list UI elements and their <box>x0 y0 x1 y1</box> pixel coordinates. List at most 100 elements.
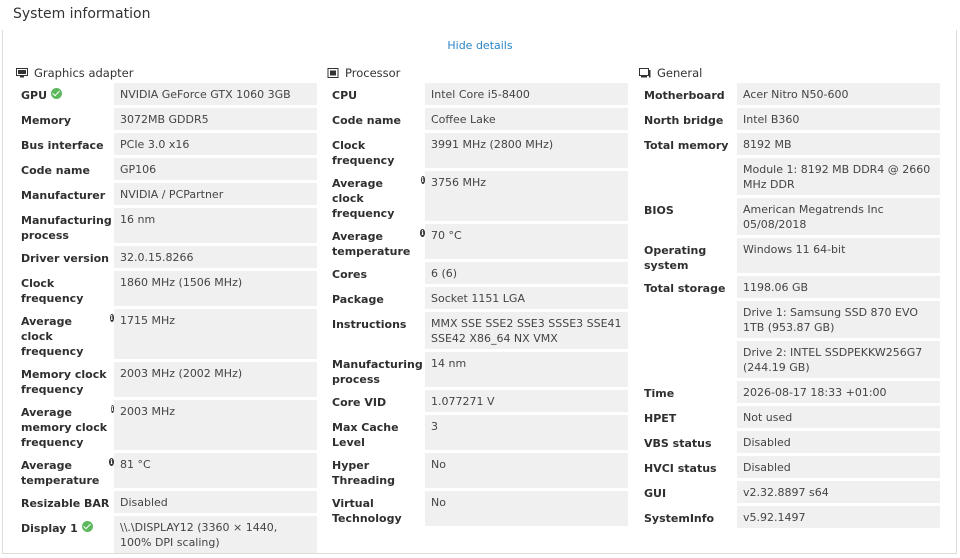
processor-label-text: Hyper Threading <box>332 459 395 487</box>
graphics-row-gpu: GPU NVIDIA GeForce GTX 1060 3GB <box>16 83 317 105</box>
general-label-text: Total memory <box>644 139 729 152</box>
processor-value: Coffee Lake <box>425 108 628 130</box>
general-label-text: Motherboard <box>644 89 725 102</box>
graphics-value: Disabled <box>114 491 317 513</box>
check-circle-icon <box>81 521 93 532</box>
general-row-hvci-status: HVCI status Disabled <box>639 456 940 478</box>
general-value: Module 1: 8192 MB DDR4 @ 2660 MHz DDR <box>737 158 940 195</box>
general-value: 2026-08-17 18:33 +01:00 <box>737 381 940 403</box>
processor-label: CPU <box>327 83 425 105</box>
general-label: SystemInfo <box>639 506 737 528</box>
graphics-row-display-1: Display 1 \\.\DISPLAY12 (3360 × 1440, 100… <box>16 516 317 553</box>
graphics-label-text: Driver version <box>21 252 109 265</box>
general-row-extra-7: Drive 1: Samsung SSD 870 EVO 1TB (953.87… <box>639 301 940 338</box>
processor-value: No <box>425 453 628 488</box>
graphics-value: 32.0.15.8266 <box>114 246 317 268</box>
processor-value: 3 <box>425 415 628 450</box>
general-label: Total storage <box>639 276 737 298</box>
processor-value: Socket 1151 LGA <box>425 287 628 309</box>
graphics-label: Resizable BAR <box>16 491 114 513</box>
general-row-motherboard: Motherboard Acer Nitro N50-600 <box>639 83 940 105</box>
general-label: GUI <box>639 481 737 503</box>
general-label: North bridge <box>639 108 737 130</box>
general-label: VBS status <box>639 431 737 453</box>
graphics-label: Display 1 <box>16 516 114 553</box>
processor-rows: CPU Intel Core i5-8400 Code name Coffee Lak… <box>327 83 628 526</box>
general-row-systeminfo: SystemInfo v5.92.1497 <box>639 506 940 528</box>
graphics-label-text: Resizable BAR <box>21 497 110 510</box>
processor-value: 3991 MHz (2800 MHz) <box>425 133 628 168</box>
general-value: v2.32.8897 s64 <box>737 481 940 503</box>
graphics-value: 3072MB GDDR5 <box>114 108 317 130</box>
processor-label-text: Manufacturing process <box>332 358 423 386</box>
cpu-icon <box>327 67 339 78</box>
general-value: American Megatrends Inc 05/08/2018 <box>737 198 940 235</box>
processor-label: Average clock frequency i <box>327 171 425 221</box>
processor-heading: Processor <box>327 64 628 81</box>
page-title: System information <box>13 6 151 22</box>
graphics-row-memory: Memory 3072MB GDDR5 <box>16 108 317 130</box>
general-label: Total memory <box>639 133 737 155</box>
general-value: Intel B360 <box>737 108 940 130</box>
graphics-label-text: Manufacturing process <box>21 214 112 242</box>
graphics-label-text: Memory clock frequency <box>21 368 107 396</box>
graphics-value: 1860 MHz (1506 MHz) <box>114 271 317 306</box>
processor-row-code-name: Code name Coffee Lake <box>327 108 628 130</box>
processor-row-cpu: CPU Intel Core i5-8400 <box>327 83 628 105</box>
graphics-value: \\.\DISPLAY12 (3360 × 1440, 100% DPI sca… <box>114 516 317 553</box>
processor-row-package: Package Socket 1151 LGA <box>327 287 628 309</box>
general-label-text: Operating system <box>644 244 707 272</box>
processor-label: Max Cache Level <box>327 415 425 450</box>
processor-label: Instructions <box>327 312 425 349</box>
processor-row-instructions: Instructions MMX SSE SSE2 SSE3 SSSE3 SSE4… <box>327 312 628 349</box>
graphics-row-bus-interface: Bus interface PCIe 3.0 x16 <box>16 133 317 155</box>
monitor-icon <box>16 67 28 77</box>
general-label: HVCI status <box>639 456 737 478</box>
graphics-row-resizable-bar: Resizable BAR Disabled <box>16 491 317 513</box>
processor-label: Hyper Threading <box>327 453 425 488</box>
graphics-label: Manufacturer <box>16 183 114 205</box>
processor-label-text: Core VID <box>332 396 387 409</box>
general-label-text: BIOS <box>644 204 674 217</box>
graphics-label: Average temperature i <box>16 453 114 488</box>
check-circle-icon <box>51 88 63 99</box>
graphics-row-driver-version: Driver version 32.0.15.8266 <box>16 246 317 268</box>
processor-label-text: CPU <box>332 89 358 102</box>
general-title: General <box>657 65 703 80</box>
general-label-text: VBS status <box>644 437 712 450</box>
graphics-label: Average memory clock frequency i <box>16 400 114 450</box>
graphics-adapter-heading: Graphics adapter <box>16 64 317 81</box>
processor-row-manufacturing-process: Manufacturing process 14 nm <box>327 352 628 387</box>
general-label <box>639 158 737 195</box>
graphics-label: Manufacturing process <box>16 208 114 243</box>
general-label: HPET <box>639 406 737 428</box>
general-value: Windows 11 64-bit <box>737 238 940 273</box>
graphics-value: NVIDIA / PCPartner <box>114 183 317 205</box>
general-value: Disabled <box>737 431 940 453</box>
graphics-label-text: Display 1 <box>21 522 78 535</box>
graphics-value: 2003 MHz (2002 MHz) <box>114 362 317 397</box>
general-label: Operating system <box>639 238 737 273</box>
graphics-label: Clock frequency <box>16 271 114 306</box>
graphics-label: Memory <box>16 108 114 130</box>
graphics-label-text: Code name <box>21 164 90 177</box>
graphics-value: 2003 MHz <box>114 400 317 450</box>
processor-value: Intel Core i5-8400 <box>425 83 628 105</box>
processor-label: Package <box>327 287 425 309</box>
general-label-text: HVCI status <box>644 462 717 475</box>
processor-label-text: Average temperature <box>332 230 411 258</box>
graphics-label: Memory clock frequency <box>16 362 114 397</box>
processor-row-average-clock-frequency: Average clock frequency i 3756 MHz <box>327 171 628 221</box>
general-value: 1198.06 GB <box>737 276 940 298</box>
general-value: v5.92.1497 <box>737 506 940 528</box>
general-row-extra-3: Module 1: 8192 MB DDR4 @ 2660 MHz DDR <box>639 158 940 195</box>
general-row-bios: BIOS American Megatrends Inc 05/08/2018 <box>639 198 940 235</box>
processor-section: Processor CPU Intel Core i5-8400 Code name… <box>327 64 628 529</box>
hide-details-link[interactable]: Hide details <box>0 39 960 52</box>
general-label <box>639 341 737 378</box>
graphics-label-text: Bus interface <box>21 139 104 152</box>
graphics-label-text: Average clock frequency <box>21 315 84 358</box>
general-row-operating-system: Operating system Windows 11 64-bit <box>639 238 940 273</box>
general-rows: Motherboard Acer Nitro N50-600 North bridg… <box>639 83 940 528</box>
general-row-vbs-status: VBS status Disabled <box>639 431 940 453</box>
